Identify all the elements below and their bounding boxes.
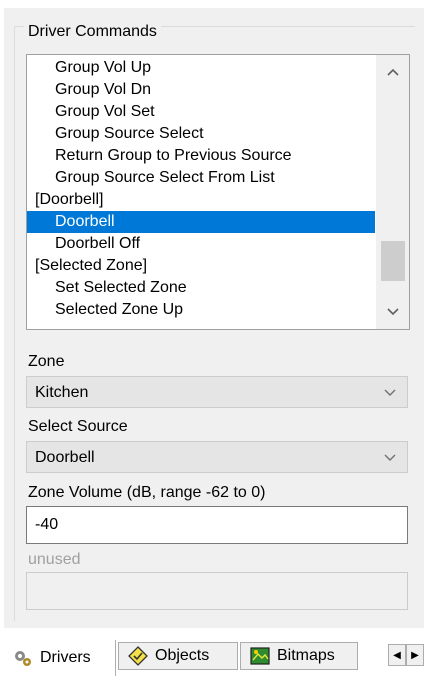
zone-volume-value: -40 — [35, 516, 59, 533]
list-item[interactable]: Doorbell Off — [27, 233, 375, 255]
tab-scroll-left-button[interactable]: ◀ — [388, 644, 406, 666]
list-items: Group Vol Up Group Vol Dn Group Vol Set Gro… — [27, 57, 375, 321]
objects-icon — [128, 646, 148, 666]
list-item[interactable]: Set Selected Zone — [27, 277, 375, 299]
driver-commands-list[interactable]: Group Vol Up Group Vol Dn Group Vol Set Gro… — [26, 54, 410, 330]
tab-objects-label: Objects — [155, 647, 210, 664]
tab-bitmaps-label: Bitmaps — [277, 647, 335, 664]
scroll-up-button[interactable] — [377, 55, 409, 89]
triangle-right-icon: ▶ — [411, 649, 419, 661]
select-source-value: Doorbell — [35, 449, 95, 466]
scroll-down-button[interactable] — [377, 295, 409, 329]
scroll-thumb[interactable] — [381, 241, 405, 281]
tab-drivers-label: Drivers — [40, 649, 91, 666]
tab-bitmaps[interactable]: Bitmaps — [240, 642, 358, 670]
tab-objects[interactable]: Objects — [118, 642, 238, 670]
list-item[interactable]: Return Group to Previous Source — [27, 145, 375, 167]
select-source-select[interactable]: Doorbell — [26, 441, 408, 473]
list-category[interactable]: [Selected Zone] — [27, 255, 375, 277]
chevron-down-icon — [387, 308, 399, 316]
list-item[interactable]: Group Vol Up — [27, 57, 375, 79]
driver-commands-title: Driver Commands — [24, 22, 161, 42]
chevron-down-icon — [384, 389, 396, 396]
list-item[interactable]: Selected Zone Up — [27, 299, 375, 321]
list-item[interactable]: Group Source Select From List — [27, 167, 375, 189]
chevron-up-icon — [387, 68, 399, 76]
chevron-down-icon — [384, 454, 396, 461]
list-item[interactable]: Group Source Select — [27, 123, 375, 145]
list-category[interactable]: [Doorbell] — [27, 189, 375, 211]
zone-label: Zone — [28, 353, 65, 370]
tab-bar: Drivers Objects Bitmaps ◀ ▶ — [0, 628, 430, 681]
tab-drivers[interactable]: Drivers — [4, 640, 116, 676]
drivers-icon — [15, 651, 31, 666]
zone-value: Kitchen — [35, 384, 89, 401]
unused-label: unused — [28, 551, 81, 568]
triangle-left-icon: ◀ — [393, 649, 401, 661]
list-item[interactable]: Doorbell — [27, 211, 375, 233]
zone-volume-input[interactable]: -40 — [26, 506, 408, 544]
bitmaps-icon — [250, 647, 270, 665]
vertical-scrollbar[interactable] — [376, 55, 409, 329]
unused-input — [26, 572, 408, 610]
select-source-label: Select Source — [28, 418, 128, 435]
tab-scroll-right-button[interactable]: ▶ — [406, 644, 424, 666]
zone-select[interactable]: Kitchen — [26, 376, 408, 408]
list-item[interactable]: Group Vol Set — [27, 101, 375, 123]
list-item[interactable]: Group Vol Dn — [27, 79, 375, 101]
zone-volume-label: Zone Volume (dB, range -62 to 0) — [28, 484, 266, 501]
